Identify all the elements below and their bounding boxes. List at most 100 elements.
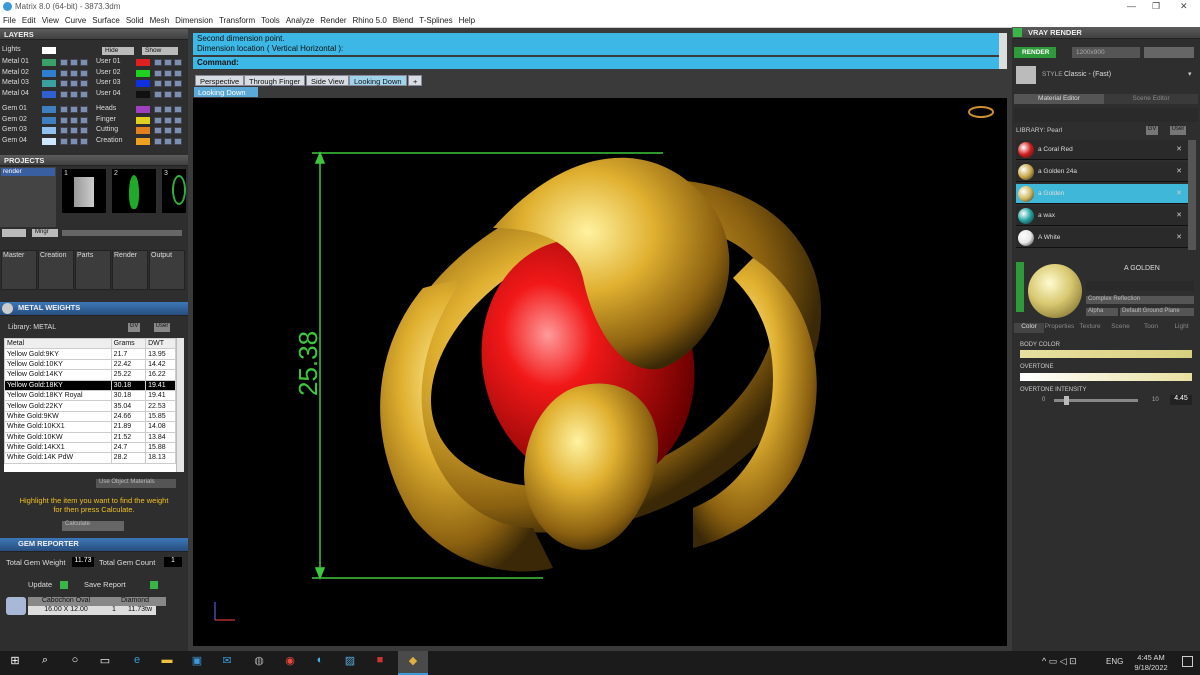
project-thumb-1[interactable]: 1 bbox=[62, 169, 106, 213]
layer-toggle-icon[interactable] bbox=[60, 116, 68, 124]
tab-side-view[interactable]: Side View bbox=[306, 75, 350, 86]
project-item[interactable]: render bbox=[1, 168, 55, 176]
chrome-icon[interactable]: ◉ bbox=[283, 654, 297, 668]
render-size-field[interactable]: 1200x900 bbox=[1072, 47, 1140, 58]
search-icon[interactable]: ⌕ bbox=[38, 654, 52, 668]
layer-row[interactable]: Metal 02 bbox=[2, 69, 92, 78]
menu-file[interactable]: File bbox=[0, 14, 19, 27]
layer-toggle-icon[interactable] bbox=[70, 106, 78, 113]
add-tab-icon[interactable]: + bbox=[408, 75, 422, 86]
panel-tab-master[interactable]: Master bbox=[1, 250, 37, 290]
layer-toggle-icon[interactable] bbox=[80, 69, 88, 77]
layer-toggle-icon[interactable] bbox=[60, 59, 68, 66]
subtab-scene[interactable]: Scene bbox=[1105, 323, 1136, 333]
menu-tools[interactable]: Tools bbox=[258, 14, 283, 27]
table-row[interactable]: Yellow Gold:14KY 25.22 16.22 bbox=[4, 369, 176, 381]
layer-row[interactable]: User 02 bbox=[96, 69, 186, 78]
save-go-icon[interactable] bbox=[150, 581, 158, 589]
table-row[interactable]: Yellow Gold:10KY 22.42 14.42 bbox=[4, 358, 176, 371]
close-icon[interactable]: ✕ bbox=[1180, 1, 1188, 12]
menu-mesh[interactable]: Mesh bbox=[147, 14, 173, 27]
command-scrollbar[interactable] bbox=[999, 33, 1007, 69]
table-row[interactable]: White Gold:9KW 24.66 15.85 bbox=[4, 410, 176, 423]
layer-color-swatch[interactable] bbox=[42, 116, 56, 124]
style-value[interactable]: Classic - (Fast) bbox=[1064, 71, 1111, 78]
layer-toggle-icon[interactable] bbox=[60, 80, 68, 87]
table-row[interactable]: Yellow Gold:18KY Royal 30.18 19.41 bbox=[4, 389, 176, 402]
table-row[interactable]: White Gold:14KX1 24.7 15.88 bbox=[4, 441, 176, 454]
layer-color-swatch[interactable] bbox=[136, 90, 150, 98]
navigation-ring-icon[interactable] bbox=[968, 106, 994, 118]
panel-tab-render[interactable]: Render bbox=[112, 250, 148, 290]
menu-edit[interactable]: Edit bbox=[19, 14, 39, 27]
layer-toggle-icon[interactable] bbox=[70, 80, 78, 87]
layer-toggle-icon[interactable] bbox=[154, 127, 162, 134]
app-globe-icon[interactable]: ◍ bbox=[252, 654, 266, 668]
layer-toggle-icon[interactable] bbox=[80, 137, 88, 145]
layer-color-swatch[interactable] bbox=[42, 59, 56, 66]
subtab-properties[interactable]: Properties bbox=[1044, 323, 1075, 333]
material-toolbar[interactable] bbox=[1014, 108, 1198, 122]
table-row[interactable]: White Gold:10KX1 21.89 14.08 bbox=[4, 421, 176, 433]
layer-toggle-icon[interactable] bbox=[154, 106, 162, 113]
layer-toggle-icon[interactable] bbox=[70, 59, 78, 66]
layer-row[interactable]: Metal 01 bbox=[2, 58, 92, 67]
layer-toggle-icon[interactable] bbox=[164, 69, 172, 77]
list-item[interactable]: A White ✕ bbox=[1016, 228, 1188, 248]
tab-material-editor[interactable]: Material Editor bbox=[1014, 94, 1104, 104]
layer-toggle-icon[interactable] bbox=[154, 69, 162, 77]
menu-rhino[interactable]: Rhino 5.0 bbox=[350, 14, 390, 27]
render-tool-buttons[interactable] bbox=[1144, 47, 1194, 58]
layer-row[interactable]: Heads bbox=[96, 105, 186, 114]
table-row[interactable]: Yellow Gold:18KY 30.18 19.41 bbox=[4, 379, 176, 391]
table-row[interactable]: White Gold:10KW 21.52 13.84 bbox=[4, 431, 176, 443]
viewport-name[interactable]: Looking Down bbox=[194, 87, 258, 97]
photos-icon[interactable]: ▨ bbox=[343, 654, 357, 668]
layer-color-swatch[interactable] bbox=[136, 80, 150, 87]
material-scrollbar[interactable] bbox=[1188, 140, 1196, 250]
minimize-icon[interactable]: — bbox=[1127, 1, 1136, 11]
layer-toggle-icon[interactable] bbox=[80, 127, 88, 134]
ground-plane-select[interactable]: Default Ground Plane bbox=[1120, 308, 1194, 316]
material-option-buttons[interactable] bbox=[1086, 281, 1194, 291]
remove-material-icon[interactable]: ✕ bbox=[1176, 189, 1182, 197]
mngr-button[interactable]: Mngr bbox=[32, 229, 58, 237]
layer-toggle-icon[interactable] bbox=[80, 80, 88, 87]
menu-render[interactable]: Render bbox=[317, 14, 349, 27]
layer-color-swatch[interactable] bbox=[42, 106, 56, 113]
app-icon-2[interactable]: ◐ bbox=[313, 654, 327, 668]
remove-material-icon[interactable]: ✕ bbox=[1176, 233, 1182, 241]
menu-tsplines[interactable]: T-Splines bbox=[416, 14, 455, 27]
gv-toggle[interactable]: GV bbox=[128, 323, 140, 332]
layer-toggle-icon[interactable] bbox=[60, 69, 68, 77]
layer-toggle-icon[interactable] bbox=[154, 59, 162, 66]
table-row[interactable]: Yellow Gold:22KY 35.04 22.53 bbox=[4, 400, 176, 412]
layer-toggle-icon[interactable] bbox=[174, 90, 182, 98]
body-color-bar[interactable] bbox=[1020, 350, 1192, 358]
menu-curve[interactable]: Curve bbox=[62, 14, 89, 27]
menu-help[interactable]: Help bbox=[456, 14, 478, 27]
viewport-looking-down[interactable]: 25.38 bbox=[193, 98, 1007, 646]
layer-toggle-icon[interactable] bbox=[60, 127, 68, 134]
command-prompt[interactable]: Command: bbox=[193, 57, 999, 69]
layer-toggle-icon[interactable] bbox=[154, 80, 162, 87]
layer-color-swatch[interactable] bbox=[136, 137, 150, 145]
intensity-value[interactable]: 4.45 bbox=[1170, 395, 1192, 405]
layer-color-swatch[interactable] bbox=[136, 106, 150, 113]
windows-start-icon[interactable]: ⊞ bbox=[8, 654, 22, 668]
table-row[interactable]: Yellow Gold:9KY 21.7 13.95 bbox=[4, 348, 176, 360]
overtone-bar[interactable] bbox=[1020, 373, 1192, 381]
layer-color-swatch[interactable] bbox=[136, 127, 150, 134]
list-item[interactable]: a Coral Red ✕ bbox=[1016, 140, 1188, 160]
vray-user-toggle[interactable]: User bbox=[1170, 126, 1186, 135]
layer-color-swatch[interactable] bbox=[42, 137, 56, 145]
layer-row[interactable]: User 01 bbox=[96, 58, 186, 67]
layer-color-swatch[interactable] bbox=[42, 80, 56, 87]
layer-toggle-icon[interactable] bbox=[174, 80, 182, 87]
reflection-select[interactable]: Complex Reflection bbox=[1086, 296, 1194, 304]
layer-toggle-icon[interactable] bbox=[174, 137, 182, 145]
layer-color-swatch[interactable] bbox=[136, 69, 150, 77]
layer-toggle-icon[interactable] bbox=[174, 116, 182, 124]
menu-surface[interactable]: Surface bbox=[89, 14, 123, 27]
user-toggle[interactable]: User bbox=[154, 323, 170, 332]
